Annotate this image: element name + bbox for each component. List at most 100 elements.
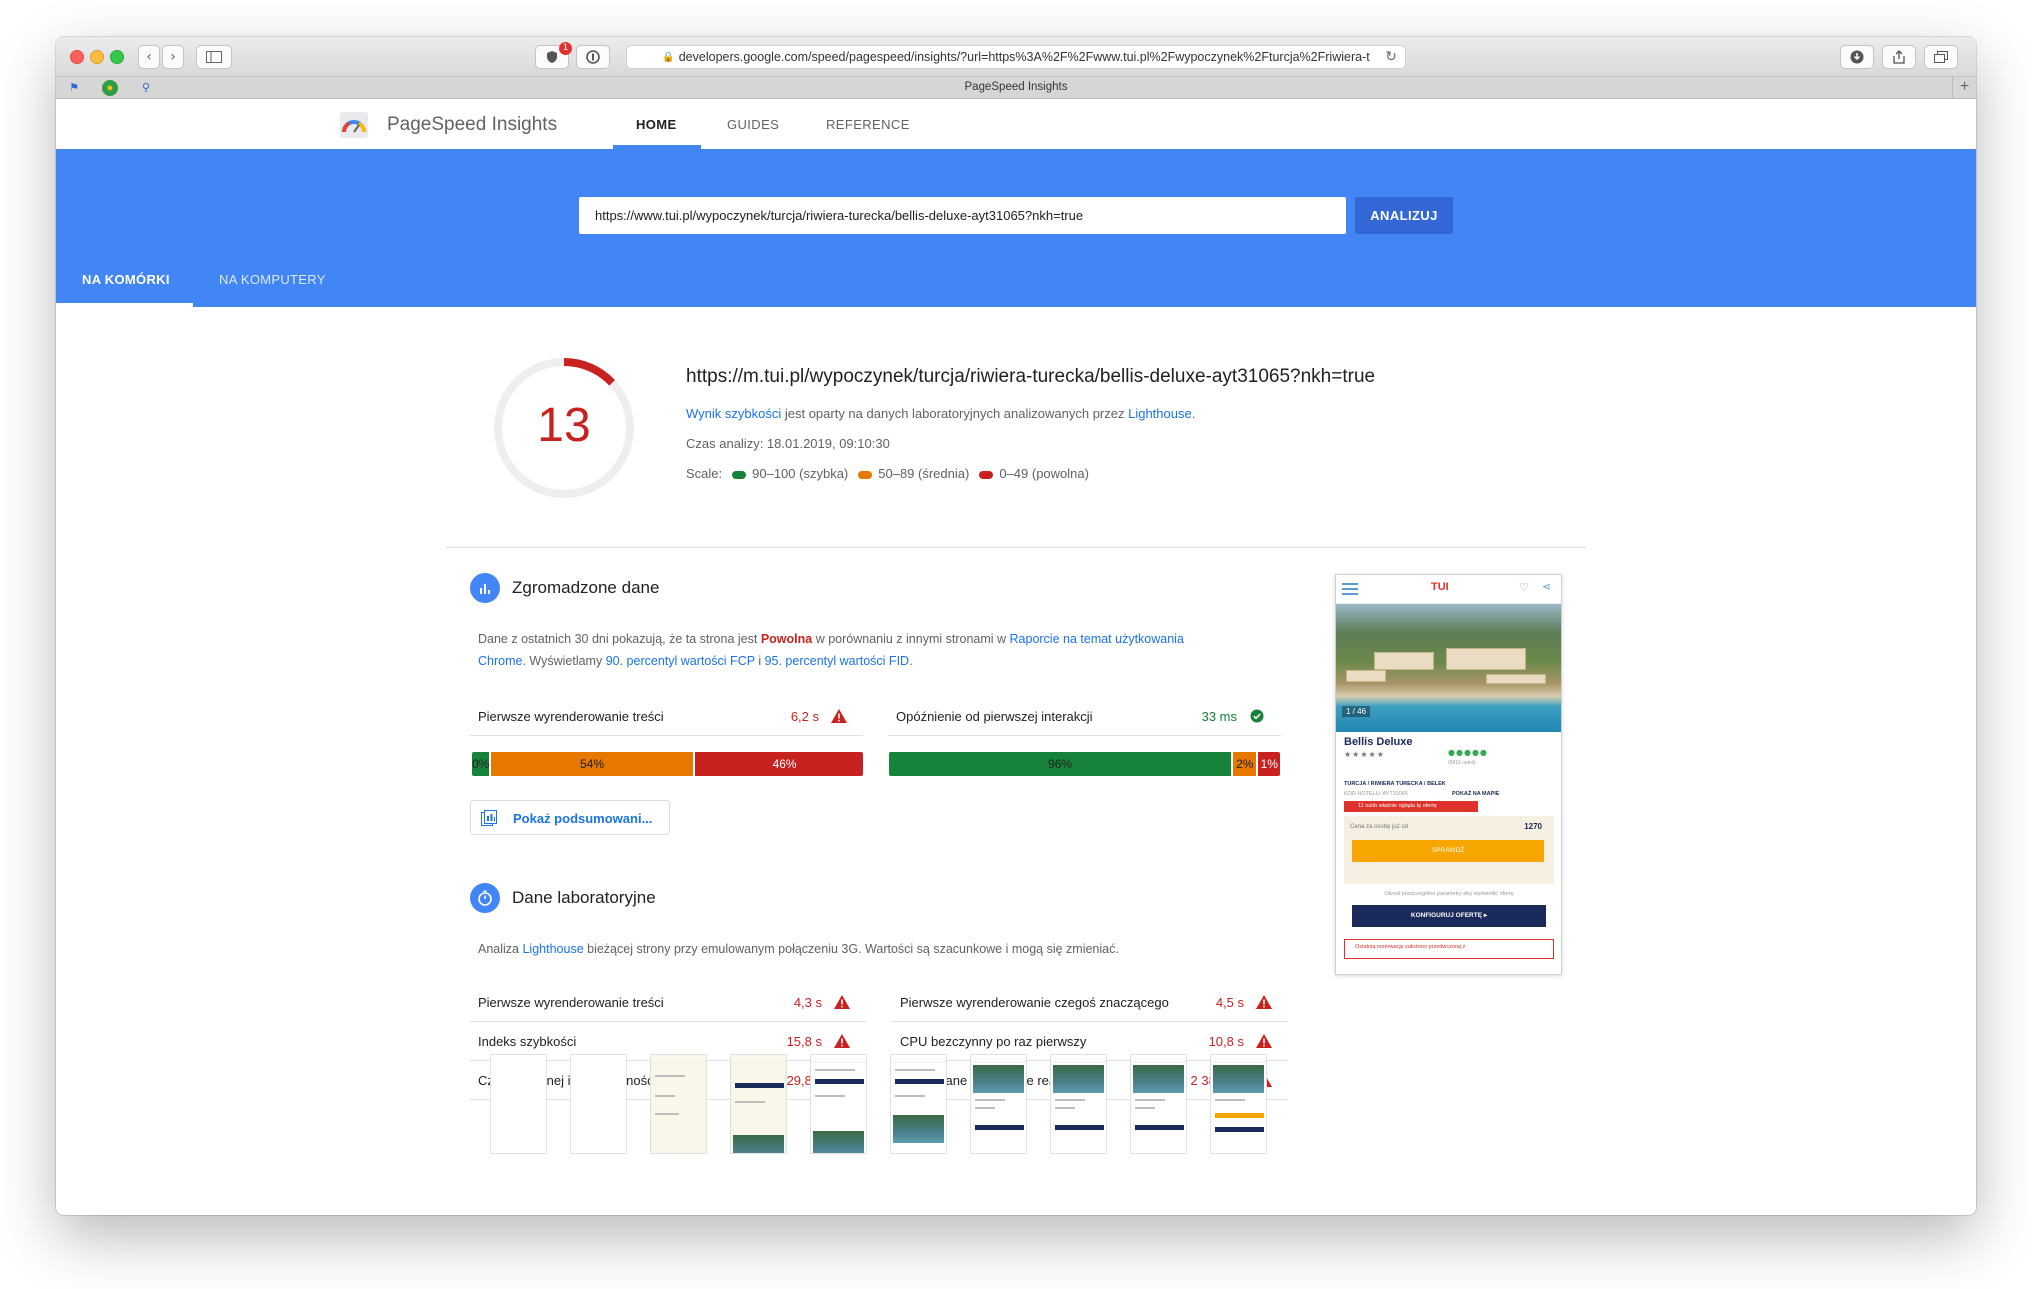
frame-line — [655, 1113, 679, 1115]
fid-distribution-segment: 1% — [1258, 752, 1280, 776]
section-divider — [446, 547, 1586, 548]
speed-score-link[interactable]: Wynik szybkości — [686, 406, 781, 421]
configure-hint: Określ poszczególne parametry aby wyświe… — [1384, 891, 1514, 897]
scale-average-label: 50–89 (średnia) — [878, 466, 970, 481]
hotel-code: KOD HOTELU: AYT31065 — [1344, 791, 1409, 797]
photo-counter: 1 / 46 — [1342, 706, 1371, 717]
fcp-distribution-segment: 46% — [694, 752, 863, 776]
lab-metric-fcp: Pierwsze wyrenderowanie treści 4,3 s — [470, 983, 866, 1022]
frame-image — [733, 1135, 784, 1153]
score-scale: Scale: 90–100 (szybka) 50–89 (średnia) 0–49… — [686, 466, 1089, 481]
fcp-distribution-segment: 0% — [472, 752, 492, 776]
field-data-description: Dane z ostatnich 30 dni pokazują, że ta … — [478, 628, 1288, 672]
show-summary-label: Pokaż podsumowani... — [513, 811, 653, 826]
hotel-photo: 1 / 46 — [1336, 604, 1561, 732]
frame-header — [811, 1055, 866, 1063]
filmstrip-frame — [650, 1054, 707, 1154]
frame-line — [975, 1099, 1005, 1101]
lab-fmp-value: 4,5 s — [1215, 995, 1244, 1010]
filmstrip-frame — [570, 1054, 627, 1154]
preview-header: TUI ♡ ⋖ — [1336, 575, 1561, 604]
crux-report-link[interactable]: Raporcie na temat użytkowania — [1010, 632, 1184, 646]
score-explanation: Wynik szybkości jest oparty na danych la… — [686, 406, 1195, 421]
lab-fcp-value: 4,3 s — [793, 995, 822, 1010]
price-label: Cena za osobę już od — [1350, 824, 1409, 830]
frame-line — [1135, 1099, 1165, 1101]
fid-distribution-segment: 96% — [889, 752, 1234, 776]
show-summary-button[interactable]: Pokaż podsumowani... — [470, 800, 670, 835]
field-metric-fcp: Pierwsze wyrenderowanie treści 6,2 s — [470, 697, 863, 736]
lab-desc-text-1: Analiza — [478, 942, 523, 956]
lighthouse-link[interactable]: Lighthouse — [1128, 406, 1192, 421]
frame-line — [895, 1069, 935, 1071]
price-value: 1270 — [1524, 822, 1542, 831]
frame-line — [1055, 1099, 1085, 1101]
hamburger-menu-icon — [1342, 583, 1358, 595]
last-booking-note: Ostatnią rezerwację założono przedwczora… — [1344, 939, 1554, 959]
frame-header — [1131, 1055, 1186, 1063]
photo-building — [1346, 670, 1386, 682]
scale-fast-label: 90–100 (szybka) — [752, 466, 849, 481]
check-offer-button: SPRAWDŹ — [1352, 840, 1544, 862]
photo-building — [1446, 648, 1526, 670]
report-canvas: 13 https://m.tui.pl/wypoczynek/turcja/ri… — [56, 37, 1976, 1215]
scale-average-swatch — [858, 470, 873, 479]
check-circle-icon — [1250, 709, 1264, 723]
frame-line — [895, 1095, 925, 1097]
frame-header — [1211, 1055, 1266, 1063]
fid-distribution-bar: 96% 2% 1% — [889, 752, 1280, 776]
scale-label: Scale: — [686, 466, 723, 481]
frame-image — [893, 1115, 944, 1143]
warning-triangle-icon — [831, 709, 847, 723]
frame-button — [895, 1079, 944, 1084]
frame-button — [735, 1083, 784, 1088]
frame-line — [815, 1095, 845, 1097]
tripadvisor-reviews: (5816 opinii) — [1448, 760, 1476, 766]
crux-chrome-link[interactable]: Chrome — [478, 654, 522, 668]
frame-image — [813, 1131, 864, 1153]
field-data-title: Zgromadzone dane — [512, 578, 660, 597]
lab-lighthouse-link[interactable]: Lighthouse — [522, 942, 583, 956]
scale-slow-swatch — [979, 470, 994, 479]
lab-fmp-name: Pierwsze wyrenderowanie czegoś znacząceg… — [900, 995, 1169, 1010]
frame-button — [1215, 1127, 1264, 1132]
frame-button — [1055, 1125, 1104, 1130]
frame-image — [1133, 1065, 1184, 1093]
frame-image — [973, 1065, 1024, 1093]
field-desc-text-2: w porównaniu z innymi stronami w — [812, 632, 1010, 646]
heart-icon: ♡ — [1519, 581, 1529, 594]
fcp-distribution-bar: 0% 54% 46% — [472, 752, 863, 776]
fcp-percentile-link[interactable]: 90. percentyl wartości FCP — [606, 654, 755, 668]
frame-header — [891, 1055, 946, 1063]
lab-fci-name: CPU bezczynny po raz pierwszy — [900, 1034, 1087, 1049]
lab-si-value: 15,8 s — [786, 1034, 822, 1049]
hotel-name: Bellis Deluxe — [1344, 736, 1413, 748]
filmstrip-frame — [490, 1054, 547, 1154]
frame-button — [975, 1125, 1024, 1130]
score-value: 13 — [537, 399, 591, 452]
lab-metric-fmp: Pierwsze wyrenderowanie czegoś znacząceg… — [892, 983, 1288, 1022]
field-fcp-value: 6,2 s — [790, 709, 819, 724]
price-box: Cena za osobę już od 1270 SPRAWDŹ — [1344, 816, 1554, 884]
score-explanation-text: jest oparty na danych laboratoryjnych an… — [781, 406, 1129, 421]
fid-percentile-link[interactable]: 95. percentyl wartości FID — [765, 654, 910, 668]
filmstrip-frame — [730, 1054, 787, 1154]
filmstrip-frame — [970, 1054, 1027, 1154]
lab-data-description: Analiza Lighthouse bieżącej strony przy … — [478, 938, 1288, 960]
frame-line — [655, 1075, 685, 1077]
viewers-alert: 11 osób właśnie ogląda tę ofertę — [1344, 801, 1478, 812]
frame-button — [815, 1079, 864, 1084]
fcp-distribution-segment: 54% — [491, 752, 695, 776]
frame-header — [1051, 1055, 1106, 1063]
tripadvisor-rating: ●●●●● — [1448, 748, 1488, 757]
frame-header — [971, 1055, 1026, 1063]
filmstrip-frame — [1050, 1054, 1107, 1154]
analysis-time: Czas analizy: 18.01.2019, 09:10:30 — [686, 436, 890, 451]
frame-button — [1215, 1113, 1264, 1118]
warning-triangle-icon — [1256, 1034, 1272, 1048]
frame-line — [655, 1095, 675, 1097]
photo-building — [1486, 674, 1546, 684]
lab-fcp-name: Pierwsze wyrenderowanie treści — [478, 995, 664, 1010]
scale-slow-label: 0–49 (powolna) — [999, 466, 1089, 481]
frame-line — [1215, 1099, 1245, 1101]
